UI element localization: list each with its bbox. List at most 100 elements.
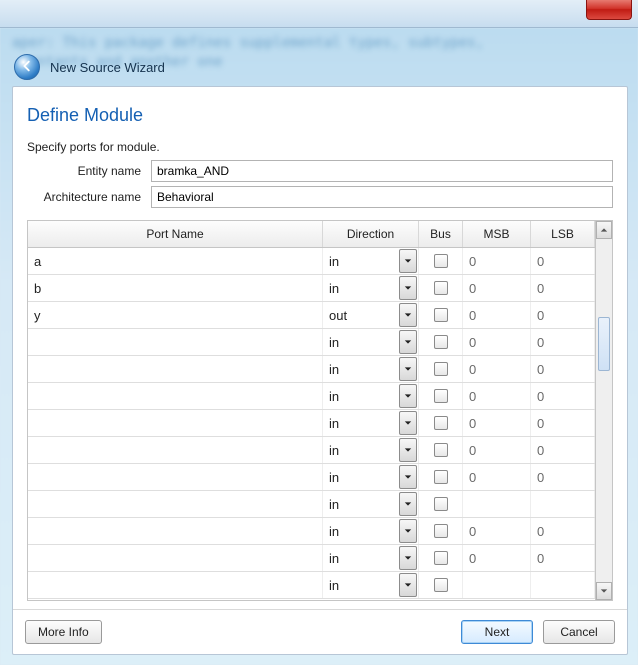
port-name-input[interactable] <box>28 276 322 301</box>
msb-cell[interactable]: 0 <box>463 470 530 485</box>
bus-checkbox[interactable] <box>434 254 448 268</box>
bus-checkbox[interactable] <box>434 524 448 538</box>
next-button[interactable]: Next <box>461 620 533 644</box>
direction-dropdown-button[interactable] <box>399 276 417 300</box>
wizard-title: New Source Wizard <box>50 60 165 75</box>
direction-dropdown-button[interactable] <box>399 465 417 489</box>
table-row: in00 <box>28 437 595 464</box>
ports-table-container: Port Name Direction Bus MSB LSB in00in00… <box>27 220 613 601</box>
direction-value: in <box>323 551 399 566</box>
direction-dropdown-button[interactable] <box>399 384 417 408</box>
lsb-cell[interactable]: 0 <box>531 443 594 458</box>
ports-table: Port Name Direction Bus MSB LSB in00in00… <box>28 221 595 599</box>
direction-dropdown-button[interactable] <box>399 357 417 381</box>
window-close-button[interactable] <box>586 0 632 20</box>
direction-dropdown-button[interactable] <box>399 438 417 462</box>
chevron-down-icon <box>404 497 412 511</box>
port-name-input[interactable] <box>28 438 322 463</box>
direction-value: in <box>323 281 399 296</box>
lsb-cell[interactable]: 0 <box>531 335 594 350</box>
direction-dropdown-button[interactable] <box>399 249 417 273</box>
lsb-cell[interactable]: 0 <box>531 416 594 431</box>
bus-checkbox[interactable] <box>434 578 448 592</box>
table-row: in00 <box>28 410 595 437</box>
entity-name-input[interactable] <box>151 160 613 182</box>
scroll-thumb[interactable] <box>598 317 610 371</box>
bus-checkbox[interactable] <box>434 551 448 565</box>
direction-dropdown-button[interactable] <box>399 519 417 543</box>
lsb-cell[interactable]: 0 <box>531 524 594 539</box>
direction-dropdown-button[interactable] <box>399 546 417 570</box>
bus-checkbox[interactable] <box>434 362 448 376</box>
chevron-down-icon <box>404 362 412 376</box>
col-header-direction[interactable]: Direction <box>323 221 419 248</box>
msb-cell[interactable]: 0 <box>463 416 530 431</box>
port-name-input[interactable] <box>28 519 322 544</box>
msb-cell[interactable]: 0 <box>463 362 530 377</box>
lsb-cell[interactable]: 0 <box>531 389 594 404</box>
bus-checkbox[interactable] <box>434 443 448 457</box>
port-name-input[interactable] <box>28 249 322 274</box>
scroll-down-button[interactable] <box>596 582 612 600</box>
direction-dropdown-button[interactable] <box>399 492 417 516</box>
scroll-up-button[interactable] <box>596 221 612 239</box>
direction-dropdown-button[interactable] <box>399 573 417 597</box>
lsb-cell[interactable]: 0 <box>531 551 594 566</box>
more-info-button[interactable]: More Info <box>25 620 102 644</box>
bus-checkbox[interactable] <box>434 335 448 349</box>
port-name-input[interactable] <box>28 546 322 571</box>
bus-checkbox[interactable] <box>434 470 448 484</box>
back-button[interactable] <box>14 54 40 80</box>
direction-dropdown-button[interactable] <box>399 330 417 354</box>
msb-cell[interactable]: 0 <box>463 308 530 323</box>
bus-checkbox[interactable] <box>434 281 448 295</box>
direction-value: in <box>323 362 399 377</box>
direction-dropdown-button[interactable] <box>399 411 417 435</box>
lsb-cell[interactable]: 0 <box>531 308 594 323</box>
msb-cell[interactable]: 0 <box>463 389 530 404</box>
direction-value: in <box>323 470 399 485</box>
port-name-input[interactable] <box>28 384 322 409</box>
direction-dropdown-button[interactable] <box>399 303 417 327</box>
lsb-cell[interactable]: 0 <box>531 281 594 296</box>
msb-cell[interactable]: 0 <box>463 335 530 350</box>
architecture-name-input[interactable] <box>151 186 613 208</box>
wizard-footer: More Info Next Cancel <box>13 609 627 654</box>
chevron-down-icon <box>404 470 412 484</box>
table-row: in00 <box>28 329 595 356</box>
msb-cell[interactable]: 0 <box>463 443 530 458</box>
lsb-cell[interactable]: 0 <box>531 362 594 377</box>
port-name-input[interactable] <box>28 357 322 382</box>
port-name-input[interactable] <box>28 492 322 517</box>
cancel-button[interactable]: Cancel <box>543 620 615 644</box>
table-row: in 00 <box>28 518 595 545</box>
col-header-bus[interactable]: Bus <box>419 221 463 248</box>
table-row: in 00 <box>28 464 595 491</box>
port-name-input[interactable] <box>28 411 322 436</box>
port-name-input[interactable] <box>28 573 322 598</box>
bus-checkbox[interactable] <box>434 389 448 403</box>
col-header-port[interactable]: Port Name <box>28 221 323 248</box>
port-name-input[interactable] <box>28 465 322 490</box>
msb-cell[interactable]: 0 <box>463 551 530 566</box>
port-name-input[interactable] <box>28 330 322 355</box>
col-header-msb[interactable]: MSB <box>463 221 531 248</box>
port-name-input[interactable] <box>28 303 322 328</box>
direction-value: in <box>323 524 399 539</box>
bus-checkbox[interactable] <box>434 416 448 430</box>
chevron-down-icon <box>404 254 412 268</box>
msb-cell[interactable]: 0 <box>463 524 530 539</box>
table-scrollbar[interactable] <box>595 221 613 600</box>
bus-checkbox[interactable] <box>434 308 448 322</box>
chevron-down-icon <box>600 584 608 598</box>
col-header-lsb[interactable]: LSB <box>531 221 595 248</box>
table-row: in <box>28 491 595 518</box>
msb-cell[interactable]: 0 <box>463 254 530 269</box>
table-row: in <box>28 572 595 599</box>
bus-checkbox[interactable] <box>434 497 448 511</box>
msb-cell[interactable]: 0 <box>463 281 530 296</box>
lsb-cell[interactable]: 0 <box>531 470 594 485</box>
table-row: in 00 <box>28 275 595 302</box>
lsb-cell[interactable]: 0 <box>531 254 594 269</box>
direction-value: in <box>323 254 399 269</box>
